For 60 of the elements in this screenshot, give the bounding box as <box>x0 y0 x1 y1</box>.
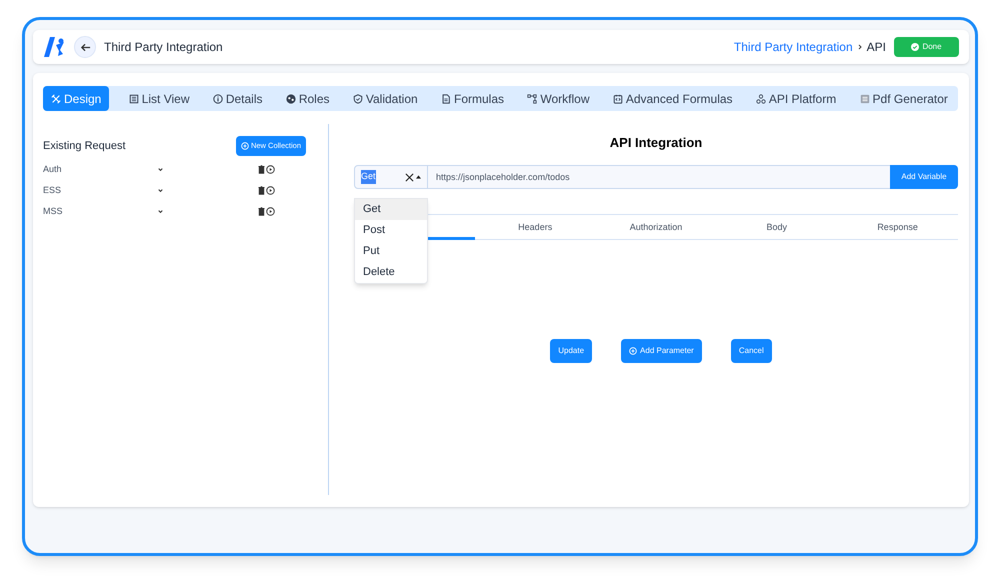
tools-icon <box>51 94 61 104</box>
collection-name[interactable]: ESS <box>43 184 157 198</box>
url-field[interactable]: https://jsonplaceholder.com/todos <box>428 165 890 189</box>
plus-circle-icon <box>629 347 638 355</box>
subtab[interactable]: Authorization <box>596 215 716 240</box>
list-icon <box>128 94 139 104</box>
play-circle-icon <box>266 186 275 195</box>
tab[interactable]: Workflow <box>523 86 594 111</box>
trash-icon <box>257 165 266 174</box>
dropdown-option[interactable]: Get <box>355 199 427 220</box>
palette-icon <box>286 94 296 104</box>
flow-icon <box>527 94 538 104</box>
document-icon <box>860 94 870 104</box>
trash-icon <box>257 207 266 216</box>
sidebar-title: Existing Request <box>43 138 126 154</box>
action-button[interactable]: Cancel <box>730 339 772 363</box>
tab[interactable]: Pdf Generator <box>856 86 952 111</box>
dropdown-option[interactable]: Post <box>355 220 427 241</box>
check-circle-icon <box>911 43 920 51</box>
tab[interactable]: Advanced Formulas <box>608 86 737 111</box>
action-button[interactable]: Update <box>550 339 592 363</box>
chevron-down-icon <box>157 166 164 173</box>
back-arrow-icon <box>80 42 90 52</box>
action-button[interactable]: Add Parameter <box>621 339 702 363</box>
collection-name[interactable]: Auth <box>43 162 157 176</box>
dropdown-option[interactable]: Put <box>355 241 427 262</box>
tab[interactable]: API Platform <box>752 86 840 111</box>
nodes-icon <box>756 94 766 104</box>
page-title: Third Party Integration <box>104 39 223 56</box>
back-button[interactable] <box>74 36 96 58</box>
plus-circle-icon <box>240 142 249 150</box>
tab[interactable]: Validation <box>348 86 422 111</box>
trash-icon <box>257 186 266 195</box>
play-circle-icon <box>266 165 275 174</box>
tab[interactable]: List View <box>124 86 194 111</box>
dropdown-option[interactable]: Delete <box>355 262 427 283</box>
caret-icon <box>416 175 421 179</box>
subtab[interactable]: Headers <box>474 215 596 240</box>
tab[interactable]: Formulas <box>437 86 508 111</box>
tab[interactable]: Details <box>208 86 267 111</box>
tab[interactable]: Design <box>43 86 110 111</box>
breadcrumb-link[interactable]: Third Party Integration <box>734 38 853 56</box>
document-icon <box>441 94 452 104</box>
chevron-down-icon <box>157 187 164 194</box>
chevron-down-icon <box>157 208 164 215</box>
subtab[interactable]: Response <box>837 215 958 240</box>
clear-icon <box>405 172 414 182</box>
shield-icon <box>352 94 363 104</box>
collection-name[interactable]: MSS <box>43 204 157 218</box>
subtab[interactable]: Body <box>716 215 838 240</box>
tab[interactable]: Roles <box>282 86 334 111</box>
logo-icon <box>43 36 65 58</box>
chevron-right-icon <box>856 44 863 50</box>
section-title: API Integration <box>608 135 704 151</box>
code-icon <box>612 94 623 104</box>
breadcrumb-current: API <box>866 39 886 56</box>
add-variable-button[interactable]: Add Variable <box>890 165 958 189</box>
info-icon <box>212 94 223 104</box>
play-circle-icon <box>266 207 275 216</box>
method-select[interactable]: Get <box>354 165 428 189</box>
